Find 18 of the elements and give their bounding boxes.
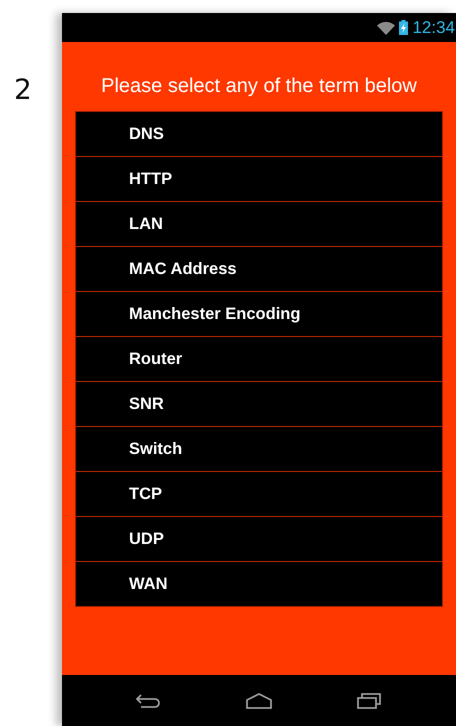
term-item[interactable]: SNR (76, 382, 442, 427)
term-item[interactable]: Switch (76, 427, 442, 472)
clock: 12:34 (412, 18, 455, 38)
term-item[interactable]: Manchester Encoding (76, 292, 442, 337)
home-icon[interactable] (246, 691, 272, 710)
recents-icon[interactable] (357, 691, 384, 710)
term-item[interactable]: Router (76, 337, 442, 382)
wifi-icon (377, 20, 396, 34)
page-number: 2 (14, 73, 33, 106)
screen-title: Please select any of the term below (101, 75, 417, 98)
term-item[interactable]: UDP (76, 517, 442, 562)
term-item[interactable]: MAC Address (76, 247, 442, 292)
battery-icon (399, 20, 408, 35)
term-item[interactable]: WAN (76, 562, 442, 606)
term-item[interactable]: HTTP (76, 157, 442, 202)
term-item[interactable]: DNS (76, 112, 442, 157)
term-item[interactable]: TCP (76, 472, 442, 517)
term-item[interactable]: LAN (76, 202, 442, 247)
